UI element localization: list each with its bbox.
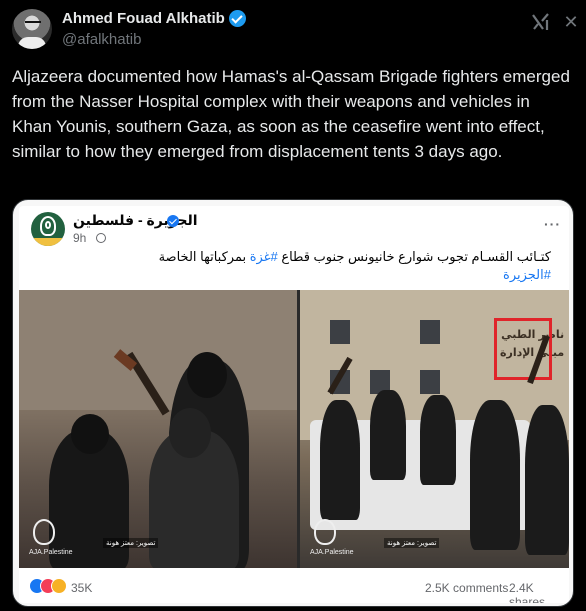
close-icon[interactable]: ✕	[561, 12, 581, 32]
watermark-label: تصوير: معتز هونة	[384, 538, 440, 548]
tweet: Ahmed Fouad Alkhatib @afalkhatib ✕ Aljaz…	[0, 0, 586, 611]
avatar-shirt	[18, 37, 46, 49]
post-media: AJA.Palestine تصوير: معتز هونة ناصر الطب…	[19, 290, 569, 568]
watermark-label: تصوير: معتز هونة	[103, 538, 159, 548]
more-options-icon: ···	[544, 216, 561, 232]
watermark-brand: AJA.Palestine	[310, 549, 354, 556]
comments-count: 2.5K comments	[425, 581, 509, 595]
globe-icon	[96, 233, 106, 243]
post-text-after: بمركباتها الخاصة	[158, 249, 250, 264]
aljazeera-watermark: AJA.Palestine	[310, 519, 354, 556]
page-verified-icon	[167, 215, 179, 227]
author-handle[interactable]: @afalkhatib	[62, 31, 141, 48]
hashtag-gaza: #غزة	[249, 249, 278, 264]
aljazeera-logo-icon	[314, 519, 336, 545]
fighter-figure	[470, 400, 520, 550]
verified-badge-icon	[229, 10, 246, 27]
reactions-count: 35K	[71, 581, 93, 595]
video-frame-left: AJA.Palestine تصوير: معتز هونة	[19, 290, 297, 568]
post-text: كتـائب القسـام تجوب شوارع خانيونس جنوب ق…	[31, 248, 551, 284]
aljazeera-watermark: AJA.Palestine	[29, 519, 73, 556]
author-name[interactable]: Ahmed Fouad Alkhatib	[62, 10, 225, 27]
author-avatar[interactable]	[12, 9, 52, 49]
page-avatar	[31, 212, 65, 246]
post-time: 9h	[73, 231, 87, 245]
grok-icon[interactable]	[530, 12, 552, 32]
video-frame-right: ناصر الطبي مبنى الإدارة AJA.Palestine تص…	[300, 290, 569, 568]
hashtag-aljazeera: #الجزيرة	[503, 267, 551, 282]
fighter-figure	[320, 400, 360, 520]
watermark-brand: AJA.Palestine	[29, 549, 73, 556]
fighter-figure	[370, 390, 406, 480]
fighter-figure	[525, 405, 569, 555]
wow-reaction-icon	[51, 578, 67, 594]
embedded-facebook-post: الجزيرة - فلسطين 9h ··· كتـائب القسـام ت…	[19, 206, 569, 603]
post-text-before: كتـائب القسـام تجوب شوارع خانيونس جنوب ق…	[277, 249, 551, 264]
shares-count: 2.4K shares	[509, 581, 546, 603]
avatar-glasses	[25, 21, 41, 25]
media-card[interactable]: الجزيرة - فلسطين 9h ··· كتـائب القسـام ت…	[12, 199, 574, 607]
tweet-text: Aljazeera documented how Hamas's al-Qass…	[12, 67, 570, 161]
aljazeera-logo-icon	[33, 519, 55, 545]
fighter-figure	[420, 395, 456, 485]
